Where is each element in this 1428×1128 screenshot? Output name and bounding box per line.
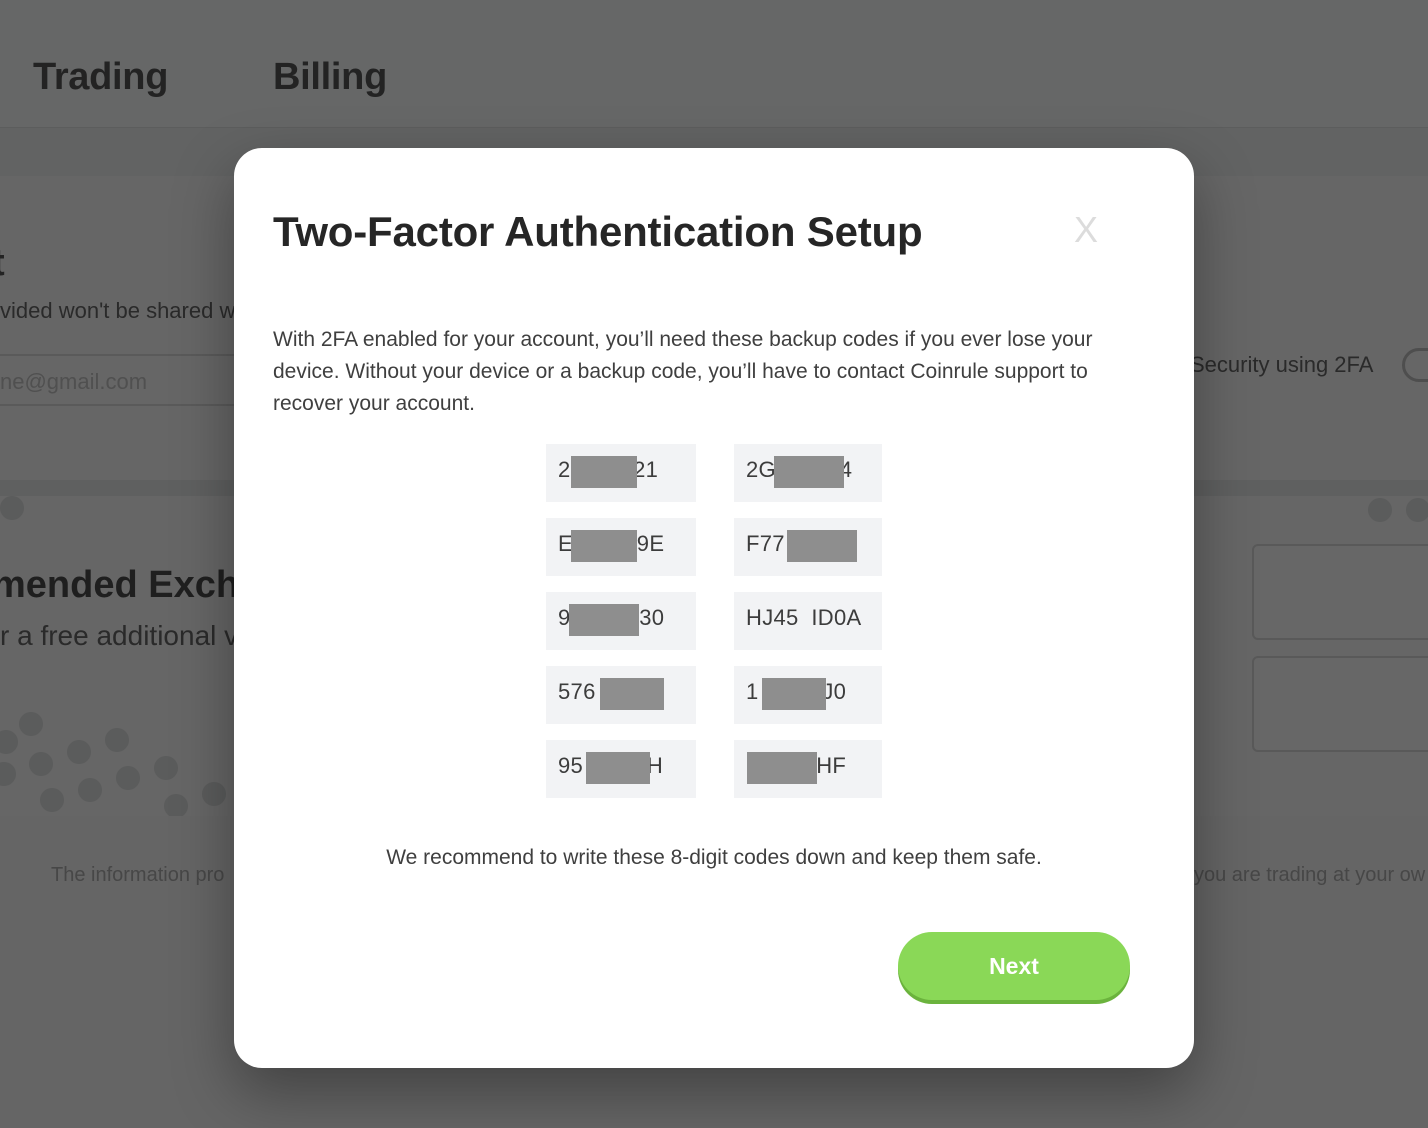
decorative-dot — [1368, 498, 1392, 522]
backup-code-text: HJ45 ID0A — [746, 605, 862, 630]
close-icon[interactable]: X — [1070, 210, 1102, 250]
modal-description: With 2FA enabled for your account, you’l… — [273, 328, 1093, 415]
next-button[interactable]: Next — [898, 932, 1130, 1000]
backup-code: 2 J21 — [546, 444, 696, 502]
redaction-mask — [600, 678, 664, 710]
redaction-mask — [774, 456, 844, 488]
disclaimer-text: The information pro — [51, 864, 225, 886]
two-factor-label: Security using 2FA — [1190, 352, 1374, 377]
backup-code: 576 8 — [546, 666, 696, 724]
decorative-dot — [67, 740, 91, 764]
backup-code: 9 G30 — [546, 592, 696, 650]
redaction-mask — [586, 752, 650, 784]
account-subtitle: vided won't be shared wi — [0, 298, 241, 323]
top-navigation: Trading Billing — [0, 0, 1428, 128]
decorative-dot — [40, 788, 64, 812]
backup-code: HJ45 ID0A — [734, 592, 882, 650]
redaction-mask — [762, 678, 826, 710]
backup-code: 1 8J0 — [734, 666, 882, 724]
decorative-dot — [202, 782, 226, 806]
decorative-dot — [164, 794, 188, 816]
decorative-dot — [78, 778, 102, 802]
decorative-dot — [0, 730, 18, 754]
backup-codes-grid: 2 J21 2G 44 E 19E F77 H 9 G30 HJ45 ID0A … — [546, 444, 882, 798]
redaction-mask — [787, 530, 857, 562]
decorative-dot — [19, 712, 43, 736]
backup-code: 7HF — [734, 740, 882, 798]
two-factor-setup-modal: Two-Factor Authentication Setup X With 2… — [234, 148, 1194, 1068]
decorative-dot — [29, 752, 53, 776]
decorative-dot — [1406, 498, 1428, 522]
backup-code: 2G 44 — [734, 444, 882, 502]
exchange-option[interactable] — [1252, 544, 1428, 640]
email-field[interactable]: ne@gmail.com — [0, 354, 250, 406]
redaction-mask — [571, 456, 637, 488]
decorative-dot — [0, 496, 24, 520]
recommendation-text: We recommend to write these 8-digit code… — [386, 846, 1042, 869]
exchange-option[interactable] — [1252, 656, 1428, 752]
backup-code: F77 H — [734, 518, 882, 576]
backup-code: E 19E — [546, 518, 696, 576]
disclaimer-text: you are trading at your ow — [1194, 864, 1426, 886]
two-factor-toggle[interactable] — [1402, 348, 1428, 382]
redaction-mask — [569, 604, 639, 636]
redaction-mask — [571, 530, 637, 562]
decorative-dot — [154, 756, 178, 780]
modal-title: Two-Factor Authentication Setup — [273, 208, 923, 255]
backup-code: 95 3H — [546, 740, 696, 798]
account-heading: t — [0, 242, 5, 285]
exchanges-subtitle: r a free additional v — [0, 620, 239, 651]
decorative-dot — [0, 762, 16, 786]
decorative-dot — [105, 728, 129, 752]
redaction-mask — [747, 752, 817, 784]
tab-billing[interactable]: Billing — [273, 56, 387, 99]
tab-trading[interactable]: Trading — [33, 56, 168, 99]
decorative-dot — [116, 766, 140, 790]
